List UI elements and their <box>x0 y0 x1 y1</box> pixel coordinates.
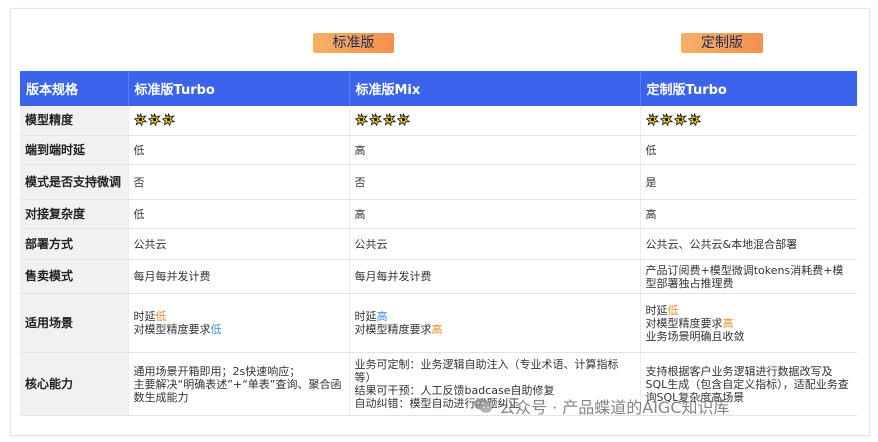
cell-text: 对模型精度要求 <box>133 323 211 336</box>
table-cell: 低 <box>128 199 350 229</box>
table-cell: 时延低 对模型精度要求低 <box>128 293 350 353</box>
table-cell: 业务可定制：业务逻辑自助注入（专业术语、计算指标等） 结果可干预：人工反馈bad… <box>349 352 641 416</box>
table-cell: 低 <box>128 135 350 165</box>
table-row: 模型精度 <box>20 106 857 136</box>
custom-edition-badge: 定制版 <box>681 33 763 53</box>
row-label: 对接复杂度 <box>20 199 129 229</box>
cell-line: 时延高 <box>355 310 635 323</box>
star-icon <box>673 112 687 126</box>
table-row: 适用场景 时延低 对模型精度要求低 时延高 对模型精度要求高 时延低 对模型精度… <box>20 293 857 353</box>
table-cell: 产品订阅费+模型微调tokens消耗费+模型部署独占推理费 <box>640 259 857 294</box>
row-label: 模型精度 <box>20 106 129 136</box>
star-icon <box>687 112 701 126</box>
cell-line: 结果可干预：人工反馈badcase自助修复 <box>354 384 555 397</box>
star-icon <box>147 112 161 126</box>
star-icon <box>133 112 147 126</box>
cell-line: 业务场景明确且收敛 <box>645 329 745 343</box>
header-custom-turbo: 定制版Turbo <box>640 71 857 106</box>
cell-line: 时延低 <box>134 310 344 323</box>
stars-cell <box>640 106 857 136</box>
star-icon <box>396 112 410 126</box>
table-cell: 低 <box>640 135 857 165</box>
star-icon <box>368 112 382 126</box>
cell-line: 对模型精度要求高 <box>355 323 635 336</box>
table-row: 部署方式 公共云 公共云 公共云、公共云&本地混合部署 <box>20 228 857 260</box>
cell-text: 时延 <box>645 303 668 317</box>
table-row: 模式是否支持微调 否 否 是 <box>20 164 857 200</box>
cell-line: 主要解决“明确表述”+“单表”查询、聚合函数生成能力 <box>133 377 342 404</box>
standard-edition-badge: 标准版 <box>313 33 394 53</box>
table-cell: 高 <box>640 199 857 229</box>
row-label: 部署方式 <box>20 228 129 260</box>
table-cell: 时延低 对模型精度要求高 业务场景明确且收敛 <box>640 293 857 353</box>
highlight-text: 低 <box>210 323 222 336</box>
table-row: 核心能力 通用场景开箱即用；2s快速响应； 主要解决“明确表述”+“单表”查询、… <box>20 352 857 416</box>
star-icon <box>354 112 368 126</box>
star-icon <box>645 112 659 126</box>
star-icon <box>382 112 396 126</box>
cell-line: 支持根据客户业务逻辑进行数据改写及SQL生成（包含自定义指标），适配业务查询SQ… <box>645 364 849 404</box>
table-cell: 时延高 对模型精度要求高 <box>349 293 641 353</box>
table-cell: 公共云 <box>349 228 641 260</box>
table-cell: 通用场景开箱即用；2s快速响应； 主要解决“明确表述”+“单表”查询、聚合函数生… <box>128 352 350 416</box>
cell-line: 对模型精度要求高 <box>646 317 853 330</box>
table-cell: 高 <box>349 199 641 229</box>
cell-text: 对模型精度要求 <box>354 323 432 336</box>
precision-stars <box>645 112 701 126</box>
cell-text: 对模型精度要求 <box>645 316 723 330</box>
table-cell: 公共云、公共云&本地混合部署 <box>640 228 857 260</box>
row-label: 售卖模式 <box>20 259 129 294</box>
table-cell: 每月每并发计费 <box>349 259 641 294</box>
highlight-text: 低 <box>667 303 679 317</box>
cell-line: 对模型精度要求低 <box>134 323 344 336</box>
header-standard-turbo: 标准版Turbo <box>128 71 350 106</box>
cell-line: 自动纠错：模型自动进行问题纠正 <box>354 397 520 410</box>
star-icon <box>659 112 673 126</box>
stars-cell <box>349 106 641 136</box>
star-icon <box>161 112 175 126</box>
cell-line: 通用场景开箱即用；2s快速响应； <box>133 364 301 378</box>
stars-cell <box>128 106 350 136</box>
highlight-text: 高 <box>431 323 443 336</box>
highlight-text: 高 <box>722 316 734 330</box>
table-header-row: 版本规格 标准版Turbo 标准版Mix 定制版Turbo <box>20 71 857 106</box>
cell-text: 时延 <box>133 310 156 323</box>
version-comparison-table: 版本规格 标准版Turbo 标准版Mix 定制版Turbo 模型精度 端到端时延… <box>20 71 857 416</box>
cell-text: 时延 <box>354 310 377 323</box>
row-label: 核心能力 <box>20 352 129 416</box>
highlight-text: 低 <box>155 310 167 323</box>
header-spec: 版本规格 <box>20 71 129 106</box>
header-standard-mix: 标准版Mix <box>349 71 641 106</box>
table-row: 对接复杂度 低 高 高 <box>20 199 857 229</box>
table-row: 售卖模式 每月每并发计费 每月每并发计费 产品订阅费+模型微调tokens消耗费… <box>20 259 857 294</box>
row-label: 适用场景 <box>20 293 129 353</box>
table-cell: 每月每并发计费 <box>128 259 350 294</box>
precision-stars <box>133 112 175 126</box>
table-row: 端到端时延 低 高 低 <box>20 135 857 165</box>
table-cell: 否 <box>128 164 350 200</box>
table-cell: 否 <box>349 164 641 200</box>
row-label: 模式是否支持微调 <box>20 164 129 200</box>
table-cell: 高 <box>349 135 641 165</box>
table-cell: 是 <box>640 164 857 200</box>
highlight-text: 高 <box>376 310 388 323</box>
table-cell: 支持根据客户业务逻辑进行数据改写及SQL生成（包含自定义指标），适配业务查询SQ… <box>640 352 857 416</box>
table-cell: 公共云 <box>128 228 350 260</box>
precision-stars <box>354 112 410 126</box>
row-label: 端到端时延 <box>20 135 129 165</box>
cell-line: 业务可定制：业务逻辑自助注入（专业术语、计算指标等） <box>354 358 619 384</box>
cell-line: 时延低 <box>646 304 853 317</box>
